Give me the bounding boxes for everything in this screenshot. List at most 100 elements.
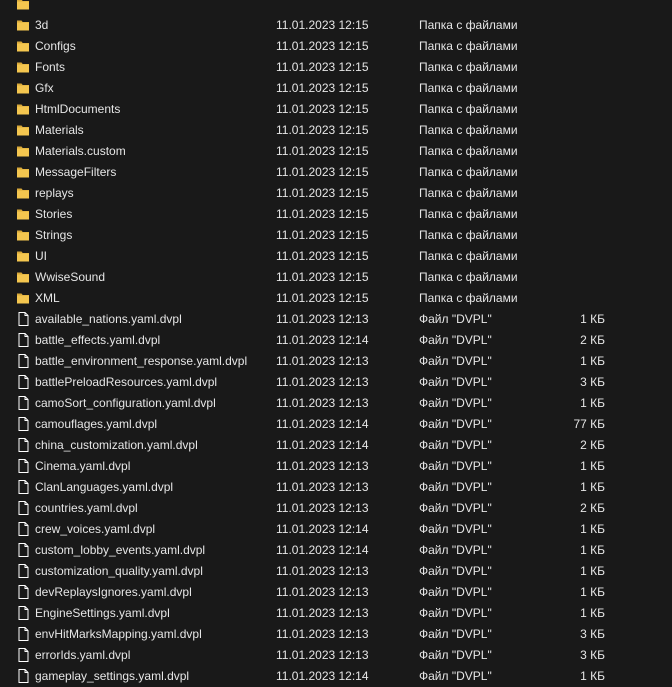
item-size: 1 КБ <box>580 606 605 620</box>
file-row[interactable]: camoSort_configuration.yaml.dvpl 11.01.20… <box>0 393 672 414</box>
item-size: 1 КБ <box>580 312 605 326</box>
file-row[interactable]: devReplaysIgnores.yaml.dvpl 11.01.2023 12… <box>0 582 672 603</box>
item-name: battlePreloadResources.yaml.dvpl <box>35 375 218 389</box>
folder-row[interactable]: Stories 11.01.2023 12:15 Папка с файлами <box>0 204 672 225</box>
item-name: EngineSettings.yaml.dvpl <box>35 606 170 620</box>
file-icon <box>16 438 30 452</box>
item-type: Папка с файлами <box>419 60 518 74</box>
item-type: Файл "DVPL" <box>419 627 492 641</box>
item-size: 1 КБ <box>580 564 605 578</box>
folder-row[interactable]: Gfx 11.01.2023 12:15 Папка с файлами <box>0 78 672 99</box>
folder-row[interactable]: HtmlDocuments 11.01.2023 12:15 Папка с фай… <box>0 99 672 120</box>
item-size: 2 КБ <box>580 333 605 347</box>
item-name: Strings <box>35 228 73 242</box>
item-type: Файл "DVPL" <box>419 438 492 452</box>
item-date: 11.01.2023 12:15 <box>276 228 369 242</box>
item-size: 1 КБ <box>580 459 605 473</box>
item-date: 11.01.2023 12:14 <box>276 333 369 347</box>
item-date: 11.01.2023 12:15 <box>276 18 369 32</box>
folder-icon <box>16 249 30 263</box>
item-date: 11.01.2023 12:15 <box>276 144 369 158</box>
folder-row[interactable]: 3d 11.01.2023 12:15 Папка с файлами <box>0 15 672 36</box>
file-icon <box>16 543 30 557</box>
item-type: Файл "DVPL" <box>419 333 492 347</box>
item-date: 11.01.2023 12:14 <box>276 522 369 536</box>
item-date: 11.01.2023 12:15 <box>276 165 369 179</box>
item-date: 11.01.2023 12:13 <box>276 459 369 473</box>
file-row[interactable]: EngineSettings.yaml.dvpl 11.01.2023 12:13… <box>0 603 672 624</box>
item-name: XML <box>35 291 60 305</box>
file-row[interactable]: battlePreloadResources.yaml.dvpl 11.01.20… <box>0 372 672 393</box>
item-type: Папка с файлами <box>419 186 518 200</box>
item-date: 11.01.2023 12:15 <box>276 81 369 95</box>
item-name: devReplaysIgnores.yaml.dvpl <box>35 585 192 599</box>
folder-row[interactable] <box>0 0 672 15</box>
item-name: WwiseSound <box>35 270 106 284</box>
item-name: MessageFilters <box>35 165 117 179</box>
file-icon <box>16 522 30 536</box>
item-name: Materials.custom <box>35 144 126 158</box>
item-date: 11.01.2023 12:15 <box>276 270 369 284</box>
item-type: Файл "DVPL" <box>419 375 492 389</box>
file-icon <box>16 417 30 431</box>
folder-row[interactable]: Materials 11.01.2023 12:15 Папка с файлами <box>0 120 672 141</box>
item-type: Файл "DVPL" <box>419 522 492 536</box>
file-row[interactable]: countries.yaml.dvpl 11.01.2023 12:13 Файл … <box>0 498 672 519</box>
item-name: battle_effects.yaml.dvpl <box>35 333 161 347</box>
item-date: 11.01.2023 12:13 <box>276 564 369 578</box>
item-name: countries.yaml.dvpl <box>35 501 138 515</box>
file-row[interactable]: available_nations.yaml.dvpl 11.01.2023 12… <box>0 309 672 330</box>
item-type: Файл "DVPL" <box>419 564 492 578</box>
item-date: 11.01.2023 12:15 <box>276 207 369 221</box>
file-row[interactable]: camouflages.yaml.dvpl 11.01.2023 12:14 Фай… <box>0 414 672 435</box>
file-row[interactable]: custom_lobby_events.yaml.dvpl 11.01.2023 … <box>0 540 672 561</box>
file-row[interactable]: gameplay_settings.yaml.dvpl 11.01.2023 12… <box>0 666 672 687</box>
item-date: 11.01.2023 12:13 <box>276 375 369 389</box>
item-date: 11.01.2023 12:13 <box>276 354 369 368</box>
item-date: 11.01.2023 12:13 <box>276 648 369 662</box>
item-size: 2 КБ <box>580 438 605 452</box>
folder-row[interactable]: replays 11.01.2023 12:15 Папка с файлами <box>0 183 672 204</box>
folder-row[interactable]: Configs 11.01.2023 12:15 Папка с файлами <box>0 36 672 57</box>
item-type: Файл "DVPL" <box>419 396 492 410</box>
folder-row[interactable]: MessageFilters 11.01.2023 12:15 Папка с фа… <box>0 162 672 183</box>
item-type: Файл "DVPL" <box>419 669 492 683</box>
file-icon <box>16 459 30 473</box>
file-row[interactable]: envHitMarksMapping.yaml.dvpl 11.01.2023 1… <box>0 624 672 645</box>
item-size: 77 КБ <box>573 417 605 431</box>
item-type: Файл "DVPL" <box>419 459 492 473</box>
item-name: ClanLanguages.yaml.dvpl <box>35 480 174 494</box>
folder-row[interactable]: Fonts 11.01.2023 12:15 Папка с файлами <box>0 57 672 78</box>
folder-row[interactable]: WwiseSound 11.01.2023 12:15 Папка с файлам… <box>0 267 672 288</box>
item-size: 1 КБ <box>580 522 605 536</box>
folder-row[interactable]: Materials.custom 11.01.2023 12:15 Папка с … <box>0 141 672 162</box>
item-date: 11.01.2023 12:15 <box>276 186 369 200</box>
file-row[interactable]: battle_environment_response.yaml.dvpl 11.… <box>0 351 672 372</box>
item-name: camouflages.yaml.dvpl <box>35 417 158 431</box>
item-name: UI <box>35 249 47 263</box>
item-type: Папка с файлами <box>419 249 518 263</box>
file-row[interactable]: china_customization.yaml.dvpl 11.01.2023 … <box>0 435 672 456</box>
file-icon <box>16 585 30 599</box>
folder-row[interactable]: UI 11.01.2023 12:15 Папка с файлами <box>0 246 672 267</box>
folder-row[interactable]: Strings 11.01.2023 12:15 Папка с файлами <box>0 225 672 246</box>
file-row[interactable]: Cinema.yaml.dvpl 11.01.2023 12:13 Файл "DV… <box>0 456 672 477</box>
file-list: 3d 11.01.2023 12:15 Папка с файлами Configs… <box>0 0 672 687</box>
item-size: 3 КБ <box>580 648 605 662</box>
file-row[interactable]: customization_quality.yaml.dvpl 11.01.202… <box>0 561 672 582</box>
item-name: HtmlDocuments <box>35 102 121 116</box>
item-type: Папка с файлами <box>419 102 518 116</box>
file-icon <box>16 564 30 578</box>
file-row[interactable]: ClanLanguages.yaml.dvpl 11.01.2023 12:13 Ф… <box>0 477 672 498</box>
folder-row[interactable]: XML 11.01.2023 12:15 Папка с файлами <box>0 288 672 309</box>
item-type: Папка с файлами <box>419 144 518 158</box>
item-type: Файл "DVPL" <box>419 585 492 599</box>
file-row[interactable]: battle_effects.yaml.dvpl 11.01.2023 12:14… <box>0 330 672 351</box>
item-size: 2 КБ <box>580 501 605 515</box>
file-icon <box>16 648 30 662</box>
item-name: replays <box>35 186 74 200</box>
file-row[interactable]: errorIds.yaml.dvpl 11.01.2023 12:13 Файл "… <box>0 645 672 666</box>
item-type: Файл "DVPL" <box>419 417 492 431</box>
file-row[interactable]: crew_voices.yaml.dvpl 11.01.2023 12:14 Фай… <box>0 519 672 540</box>
item-date: 11.01.2023 12:14 <box>276 543 369 557</box>
